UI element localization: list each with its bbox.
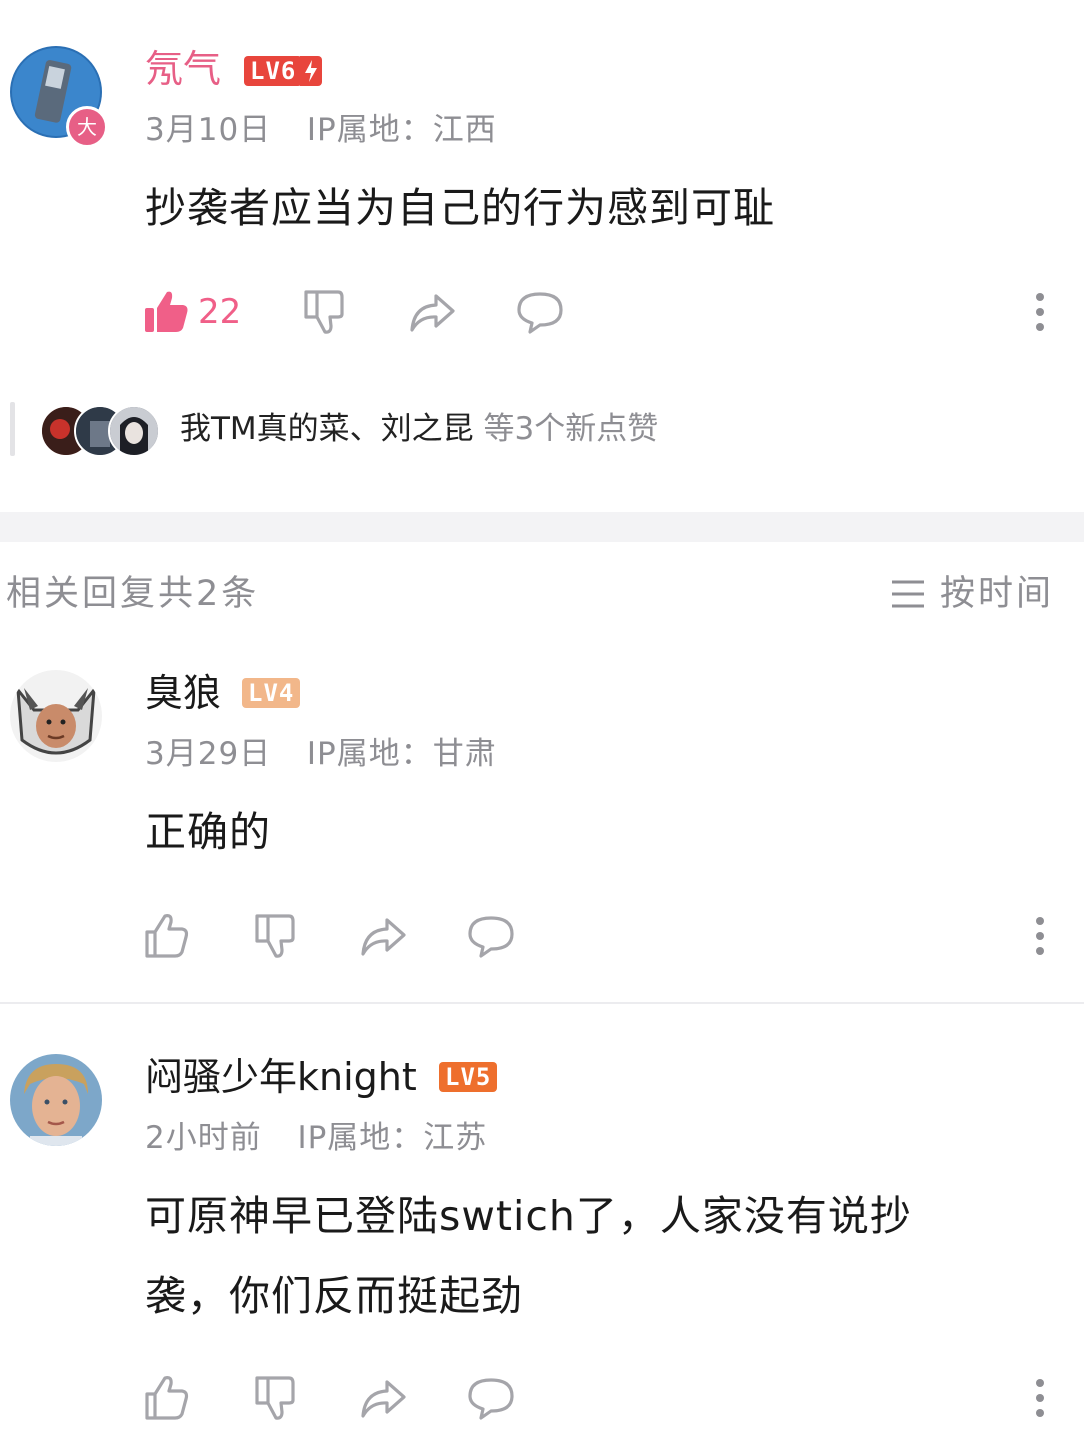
comment-icon bbox=[468, 916, 514, 958]
likers-names: 我TM真的菜、刘之昆 bbox=[180, 411, 474, 447]
section-divider bbox=[0, 512, 1084, 542]
comment-text: 可原神早已登陆swtich了，人家没有说抄 袭，你们反而挺起劲 bbox=[145, 1176, 1045, 1336]
thumbs-up-icon bbox=[145, 291, 188, 332]
share-button[interactable] bbox=[408, 288, 456, 336]
share-button[interactable] bbox=[359, 912, 407, 960]
reply-button[interactable] bbox=[467, 912, 515, 960]
comment-meta: 3月29日 IP属地：甘肃 bbox=[145, 734, 497, 774]
avatar[interactable] bbox=[10, 1054, 102, 1146]
comment-date: 3月29日 bbox=[145, 736, 272, 772]
username[interactable]: 闷骚少年knight bbox=[145, 1054, 417, 1100]
comment-date: 3月10日 bbox=[145, 112, 272, 148]
sort-label: 按时间 bbox=[940, 574, 1055, 614]
thumbs-up-icon bbox=[145, 1376, 189, 1420]
sort-toggle[interactable]: 按时间 bbox=[890, 570, 1060, 618]
ip-location: 江苏 bbox=[423, 1120, 488, 1156]
like-count: 22 bbox=[198, 292, 242, 332]
level-badge: LV4 bbox=[242, 678, 301, 708]
comment-text-line: 袭，你们反而挺起劲 bbox=[145, 1272, 523, 1320]
sort-icon bbox=[892, 580, 924, 608]
ip-label: IP属地： bbox=[306, 736, 433, 772]
thumbs-up-icon bbox=[145, 914, 189, 958]
more-icon bbox=[1036, 917, 1044, 955]
reply-button[interactable] bbox=[467, 1374, 515, 1422]
comment-meta: 3月10日 IP属地：江西 bbox=[145, 110, 497, 150]
more-icon bbox=[1036, 293, 1044, 331]
more-icon bbox=[1036, 1379, 1044, 1417]
dislike-button[interactable] bbox=[251, 1374, 299, 1422]
thumbs-down-icon bbox=[255, 914, 295, 958]
level-badge: LV5 bbox=[439, 1062, 498, 1092]
dislike-button[interactable] bbox=[300, 288, 348, 336]
likers-row[interactable]: 我TM真的菜、刘之昆 等3个新点赞 bbox=[40, 402, 720, 457]
replies-count: 相关回复共2条 bbox=[6, 574, 260, 614]
comment-text: 正确的 bbox=[145, 808, 271, 856]
lightning-icon bbox=[300, 56, 322, 86]
likers-divider bbox=[10, 402, 15, 456]
share-button[interactable] bbox=[359, 1374, 407, 1422]
likers-suffix: 等3个新点赞 bbox=[483, 411, 659, 447]
comment-text-line: 可原神早已登陆swtich了，人家没有说抄 bbox=[145, 1192, 912, 1240]
level-badge: LV6 bbox=[244, 56, 303, 86]
share-icon bbox=[410, 294, 455, 332]
username[interactable]: 氖气 bbox=[145, 46, 221, 92]
like-button[interactable] bbox=[143, 912, 191, 960]
comment-meta: 2小时前 IP属地：江苏 bbox=[145, 1118, 487, 1158]
more-button[interactable] bbox=[1033, 916, 1047, 958]
share-icon bbox=[361, 918, 406, 956]
ip-label: IP属地： bbox=[306, 112, 433, 148]
username[interactable]: 臭狼 bbox=[145, 670, 221, 716]
verified-badge-label: 大 bbox=[77, 115, 97, 139]
thumbs-down-icon bbox=[304, 290, 344, 334]
comment-icon bbox=[517, 292, 563, 334]
dislike-button[interactable] bbox=[251, 912, 299, 960]
reply-button[interactable] bbox=[516, 288, 564, 336]
like-button[interactable]: 22 bbox=[143, 286, 253, 338]
comment-icon bbox=[468, 1378, 514, 1420]
liker-avatar bbox=[108, 405, 160, 457]
more-button[interactable] bbox=[1033, 292, 1047, 334]
reply-divider bbox=[0, 1002, 1084, 1004]
comment-date: 2小时前 bbox=[145, 1120, 262, 1156]
comment-text: 抄袭者应当为自己的行为感到可耻 bbox=[145, 184, 775, 232]
ip-location: 甘肃 bbox=[432, 736, 497, 772]
verified-badge-icon: 大 bbox=[66, 106, 108, 148]
thumbs-down-icon bbox=[255, 1376, 295, 1420]
share-icon bbox=[361, 1380, 406, 1418]
ip-label: IP属地： bbox=[297, 1120, 424, 1156]
like-button[interactable] bbox=[143, 1374, 191, 1422]
likers-summary: 我TM真的菜、刘之昆 等3个新点赞 bbox=[180, 409, 658, 449]
avatar[interactable] bbox=[10, 670, 102, 762]
ip-location: 江西 bbox=[432, 112, 497, 148]
more-button[interactable] bbox=[1033, 1378, 1047, 1420]
